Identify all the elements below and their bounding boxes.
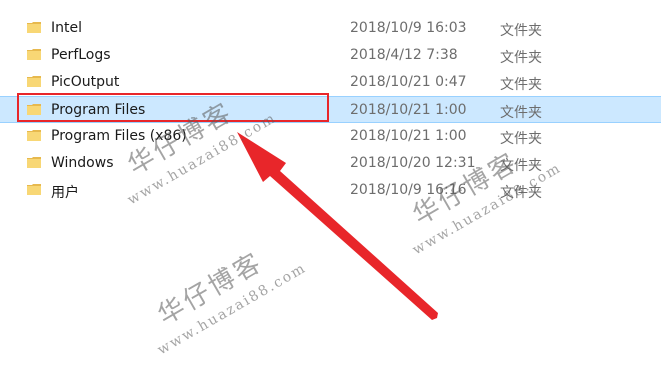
file-date: 2018/10/21 0:47 [350, 74, 467, 90]
folder-icon [27, 157, 41, 168]
file-list: Intel 2018/10/9 16:03 文件夹 PerfLogs 2018/… [0, 15, 661, 204]
file-row-users[interactable]: 用户 2018/10/9 16:16 文件夹 [0, 177, 661, 204]
file-date: 2018/10/9 16:16 [350, 182, 467, 198]
file-date: 2018/10/20 12:31 [350, 155, 476, 171]
file-date: 2018/10/21 1:00 [350, 128, 467, 144]
folder-icon [27, 22, 41, 33]
watermark: 华仔博客 www.huazai88.com [150, 224, 309, 358]
folder-icon [27, 76, 41, 87]
folder-icon [27, 49, 41, 60]
file-name: PicOutput [51, 74, 120, 90]
watermark-text: 华仔博客 [153, 247, 269, 332]
watermark-url: www.huazai88.com [154, 259, 310, 359]
file-type: 文件夹 [500, 105, 542, 121]
file-type: 文件夹 [500, 23, 542, 39]
file-date: 2018/10/21 1:00 [350, 102, 467, 118]
file-type: 文件夹 [500, 158, 542, 174]
file-name: 用户 [51, 185, 79, 201]
file-date: 2018/4/12 7:38 [350, 47, 458, 63]
folder-icon [27, 104, 41, 115]
file-type: 文件夹 [500, 50, 542, 66]
file-type: 文件夹 [500, 185, 542, 201]
file-type: 文件夹 [500, 131, 542, 147]
folder-icon [27, 130, 41, 141]
file-row-picoutput[interactable]: PicOutput 2018/10/21 0:47 文件夹 [0, 69, 661, 96]
file-row-perflogs[interactable]: PerfLogs 2018/4/12 7:38 文件夹 [0, 42, 661, 69]
file-row-program-files-x86[interactable]: Program Files (x86) 2018/10/21 1:00 文件夹 [0, 123, 661, 150]
file-name: Program Files (x86) [51, 128, 187, 144]
file-row-program-files[interactable]: Program Files 2018/10/21 1:00 文件夹 [0, 96, 661, 123]
file-type: 文件夹 [500, 77, 542, 93]
folder-icon [27, 184, 41, 195]
file-name: Windows [51, 155, 114, 171]
file-name: Program Files [51, 102, 146, 118]
file-row-windows[interactable]: Windows 2018/10/20 12:31 文件夹 [0, 150, 661, 177]
file-name: PerfLogs [51, 47, 111, 63]
file-name: Intel [51, 20, 82, 36]
file-row-intel[interactable]: Intel 2018/10/9 16:03 文件夹 [0, 15, 661, 42]
file-date: 2018/10/9 16:03 [350, 20, 467, 36]
